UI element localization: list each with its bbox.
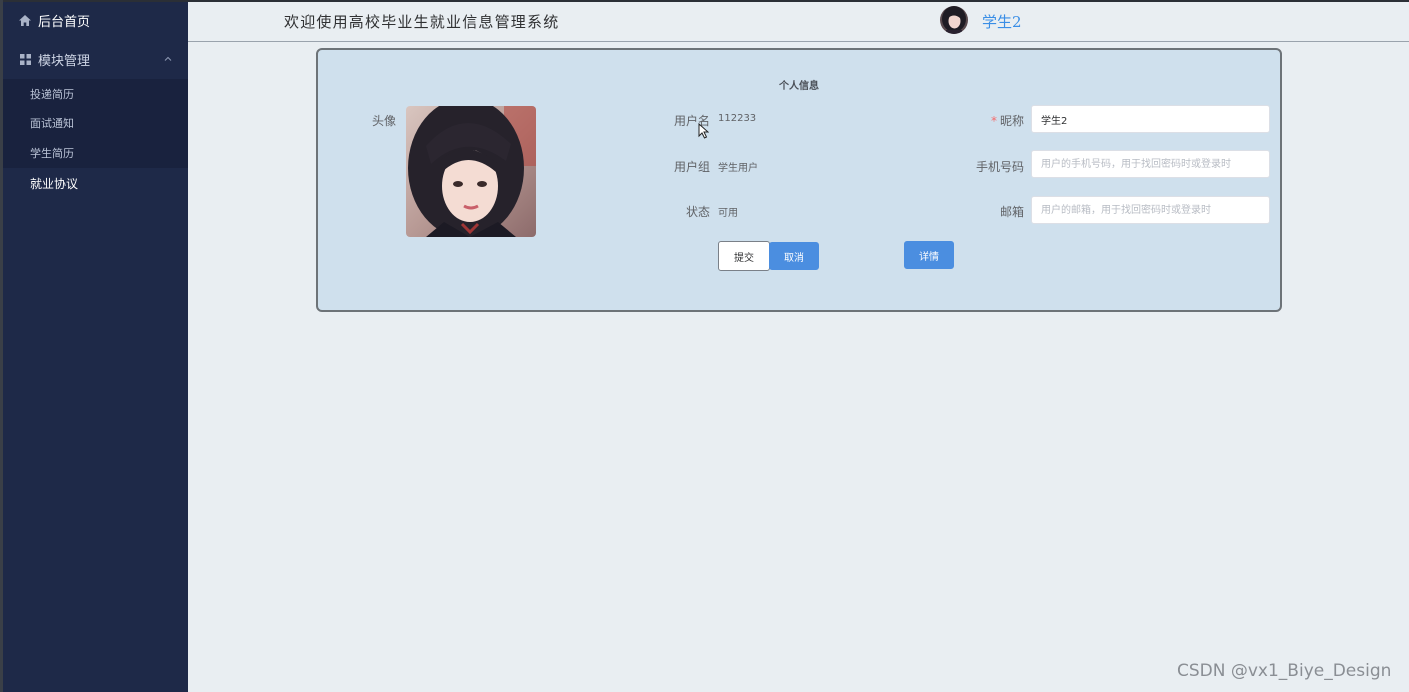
top-header: 欢迎使用高校毕业生就业信息管理系统 学生2 xyxy=(188,2,1409,42)
sidebar-group-label: 模块管理 xyxy=(38,53,91,69)
sidebar: 后台首页 模块管理 投递简历 面试通知 学生简历 就业协议 xyxy=(3,2,188,692)
sidebar-item-label: 投递简历 xyxy=(30,87,74,101)
username-value: 112233 xyxy=(718,113,757,124)
sidebar-item-label: 面试通知 xyxy=(30,117,74,131)
avatar[interactable] xyxy=(940,6,968,34)
sidebar-item-label: 学生简历 xyxy=(30,146,74,160)
home-icon xyxy=(18,14,32,28)
current-username[interactable]: 学生2 xyxy=(982,11,1022,32)
page-title: 欢迎使用高校毕业生就业信息管理系统 xyxy=(284,13,560,31)
sidebar-submenu: 投递简历 面试通知 学生简历 xyxy=(3,79,188,168)
profile-avatar-image[interactable] xyxy=(406,106,536,237)
status-value: 可用 xyxy=(718,208,738,219)
sidebar-item-resume-delivery[interactable]: 投递简历 xyxy=(3,79,188,109)
usergroup-label: 用户组 xyxy=(673,160,710,174)
mouse-cursor-icon xyxy=(698,123,709,139)
cancel-button[interactable]: 取消 xyxy=(769,242,819,270)
watermark: CSDN @vx1_Biye_Design xyxy=(1177,661,1392,681)
sidebar-item-home[interactable]: 后台首页 xyxy=(3,2,188,39)
nickname-label-wrap: * 昵称 xyxy=(958,112,1024,129)
phone-label: 手机号码 xyxy=(975,160,1024,174)
submit-button[interactable]: 提交 xyxy=(718,241,770,271)
sidebar-item-employment-agreement[interactable]: 就业协议 xyxy=(3,167,188,200)
sidebar-item-home-label: 后台首页 xyxy=(38,15,91,30)
required-marker: * xyxy=(990,114,997,128)
detail-button[interactable]: 详情 xyxy=(904,241,954,269)
profile-card: 个人信息 头像 用户名 112233 用户组 学生用户 状态 可用 * 昵称 学… xyxy=(316,48,1282,312)
card-title: 个人信息 xyxy=(779,81,819,92)
usergroup-value: 学生用户 xyxy=(718,163,758,174)
nickname-input[interactable] xyxy=(1031,105,1270,133)
phone-input[interactable] xyxy=(1031,150,1270,178)
sidebar-item-interview-notice[interactable]: 面试通知 xyxy=(3,109,188,139)
sidebar-item-student-resume[interactable]: 学生简历 xyxy=(3,138,188,168)
sidebar-group-modules[interactable]: 模块管理 xyxy=(3,39,188,79)
avatar-label: 头像 xyxy=(371,114,396,128)
nickname-label: 昵称 xyxy=(999,114,1024,128)
email-input[interactable] xyxy=(1031,196,1270,224)
sidebar-item-label: 就业协议 xyxy=(30,177,79,191)
email-label: 邮箱 xyxy=(999,205,1024,219)
grid-icon xyxy=(18,52,32,66)
status-label: 状态 xyxy=(685,205,710,219)
chevron-up-icon xyxy=(164,54,172,64)
